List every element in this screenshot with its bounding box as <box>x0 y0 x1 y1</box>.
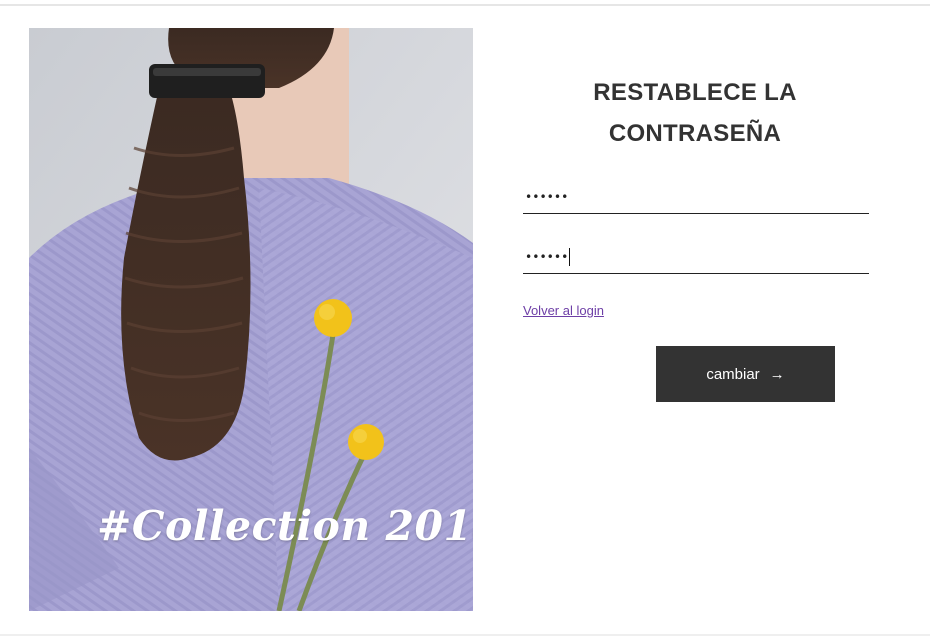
form-title: RESTABLECE LA CONTRASEÑA <box>564 72 826 154</box>
top-divider <box>0 4 930 6</box>
back-to-login-link[interactable]: Volver al login <box>523 303 604 318</box>
text-caret <box>569 247 571 266</box>
hero-caption: #Collection 2018 <box>97 502 473 550</box>
confirm-password-value: •••••• <box>525 249 569 264</box>
hero-image: #Collection 2018 <box>29 28 473 611</box>
form-title-line2: CONTRASEÑA <box>608 120 782 147</box>
change-password-button[interactable]: cambiar → <box>656 346 835 402</box>
arrow-right-icon: → <box>769 365 785 383</box>
new-password-field[interactable]: •••••• <box>523 180 869 214</box>
bottom-divider <box>0 634 930 636</box>
new-password-value: •••••• <box>525 189 569 204</box>
change-password-button-label: cambiar <box>706 365 760 383</box>
form-title-line1: RESTABLECE LA <box>593 79 797 106</box>
confirm-password-field[interactable]: •••••• <box>523 240 869 274</box>
